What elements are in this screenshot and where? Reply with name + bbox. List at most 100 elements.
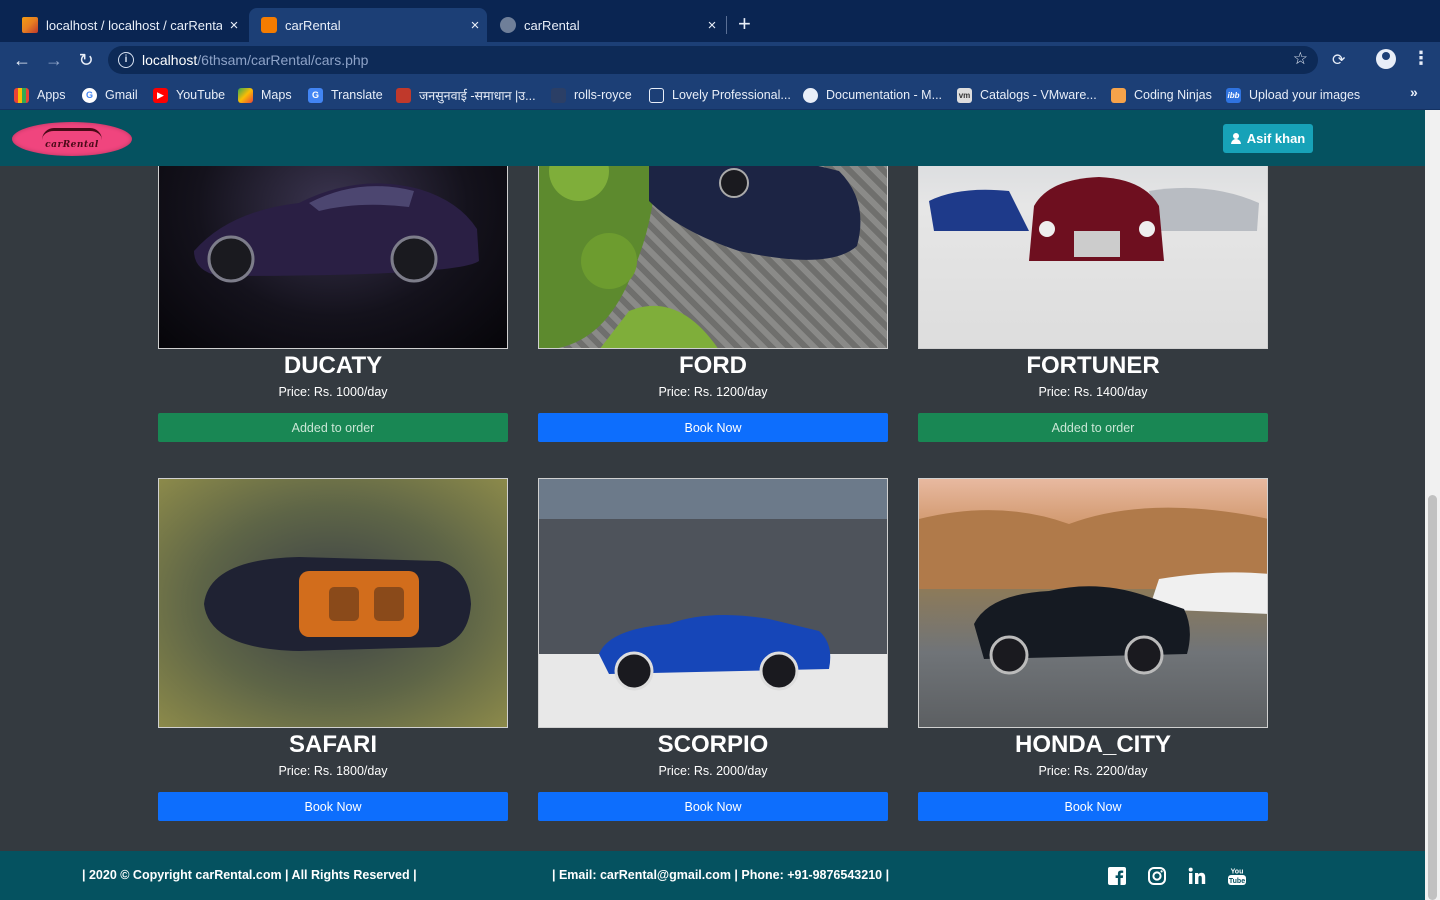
facebook-icon[interactable] [1107,866,1127,886]
bookmark-rolls-royce[interactable]: rolls-royce [551,86,632,104]
bookmark-label: Catalogs - VMware... [980,88,1097,102]
vmware-icon: vm [957,87,972,103]
bookmark-vmware[interactable]: vm Catalogs - VMware... [957,86,1097,104]
bookmark-lovely-professional[interactable]: Lovely Professional... [649,86,791,104]
user-name-label: Asif khan [1246,131,1306,146]
car-price: Price: Rs. 1400/day [1038,385,1148,399]
car-name: FORD [679,352,747,379]
google-icon: G [82,87,97,103]
bookmark-gmail[interactable]: G Gmail [82,86,138,104]
linkedin-icon[interactable] [1187,866,1207,886]
bookmark-jansunwai[interactable]: जनसुनवाई -समाधान |उ... [396,86,536,104]
site-navbar: carRental Asif khan [0,110,1425,166]
car-name: SCORPIO [657,731,769,758]
translate-icon: G [308,87,323,103]
youtube-icon: ▶ [153,87,168,103]
car-image [918,478,1268,728]
apps-grid-icon [14,87,29,103]
svg-text:You: You [1231,869,1244,876]
added-to-order-button[interactable]: Added to order [918,413,1268,442]
browser-tab-strip: localhost / localhost / carRental / × ca… [0,0,1440,42]
coding-ninjas-icon [1111,87,1126,103]
tab-carrental-active[interactable]: carRental × [249,8,487,42]
car-price: Price: Rs. 2000/day [658,764,768,778]
youtube-icon[interactable]: You Tube [1227,866,1247,886]
bookmark-youtube[interactable]: ▶ YouTube [153,86,225,104]
tab-phpmyadmin[interactable]: localhost / localhost / carRental / × [10,8,246,42]
car-name: HONDA_CITY [1014,731,1171,758]
forward-arrow-icon[interactable]: → [42,48,66,72]
browser-toolbar: ← → ↻ i localhost/6thsam/carRental/cars.… [0,42,1440,78]
url-text: localhost/6thsam/carRental/cars.php [142,52,369,68]
tab-close-icon[interactable]: × [222,17,246,34]
car-price: Price: Rs. 1800/day [278,764,388,778]
car-name: FORTUNER [1026,352,1160,379]
back-arrow-icon[interactable]: ← [10,48,34,72]
carrental-logo[interactable]: carRental [12,122,132,156]
bookmark-label: जनसुनवाई -समाधान |उ... [419,88,536,103]
car-name: DUCATY [283,352,383,379]
tab-close-icon[interactable]: × [700,17,724,34]
car-image [158,478,508,728]
sync-extension-icon[interactable]: ⟳ [1332,50,1345,70]
footer-contact: | Email: carRental@gmail.com | Phone: +9… [552,868,890,882]
maps-icon [238,87,253,103]
bookmark-coding-ninjas[interactable]: Coding Ninjas [1111,86,1212,104]
svg-text:Tube: Tube [1229,878,1245,885]
globe-icon [500,17,516,33]
compass-icon [803,87,818,103]
bookmark-star-icon[interactable]: ☆ [1293,49,1308,69]
phpmyadmin-icon [22,17,38,33]
bookmark-translate[interactable]: G Translate [308,86,383,104]
tab-carrental[interactable]: carRental × [488,8,724,42]
ibb-icon: ibb [1226,87,1241,103]
bookmark-label: Lovely Professional... [672,88,791,102]
tab-close-icon[interactable]: × [463,17,487,34]
bookmark-maps[interactable]: Maps [238,86,292,104]
bookmark-label: Documentation - M... [826,88,943,102]
bookmark-apps[interactable]: Apps [14,86,66,104]
reload-icon[interactable]: ↻ [74,48,98,72]
tab-title: carRental [524,17,580,33]
car-price: Price: Rs. 1000/day [278,385,388,399]
tab-title: localhost / localhost / carRental / [46,17,222,33]
new-tab-button[interactable]: + [738,12,751,36]
bookmark-label: Upload your images [1249,88,1361,102]
tab-title: carRental [285,17,341,33]
bookmark-label: YouTube [176,88,226,102]
bookmark-label: Maps [261,88,292,102]
bookmark-label: rolls-royce [574,88,632,102]
tab-divider [726,16,727,34]
bookmarks-bar: Apps G Gmail ▶ YouTube Maps G Translate … [0,78,1440,110]
logo-wordmark: carRental [45,140,99,150]
site-info-icon[interactable]: i [118,52,134,68]
browser-menu-icon[interactable]: ⋮ [1412,48,1430,69]
bookmark-label: Coding Ninjas [1134,88,1212,102]
footer-copyright: | 2020 © Copyright carRental.com | All R… [82,868,417,882]
book-now-button[interactable]: Book Now [918,792,1268,821]
bookmark-documentation[interactable]: Documentation - M... [803,86,942,104]
instagram-icon[interactable] [1147,866,1167,886]
emblem-icon [396,87,411,103]
book-now-button[interactable]: Book Now [158,792,508,821]
user-account-button[interactable]: Asif khan [1223,124,1313,153]
car-image [538,478,888,728]
bookmark-upload-images[interactable]: ibb Upload your images [1226,86,1360,104]
book-now-button[interactable]: Book Now [538,413,888,442]
car-silhouette-icon [42,128,102,140]
site-footer: | 2020 © Copyright carRental.com | All R… [0,851,1425,900]
external-link-icon [649,87,664,103]
book-now-button[interactable]: Book Now [538,792,888,821]
added-to-order-button[interactable]: Added to order [158,413,508,442]
bookmark-label: Translate [331,88,383,102]
bookmark-label: Apps [37,88,66,102]
address-bar[interactable]: i localhost/6thsam/carRental/cars.php ☆ [108,46,1318,74]
rolls-royce-icon [551,87,566,103]
profile-avatar-icon[interactable] [1376,49,1396,69]
user-icon [1230,133,1241,144]
page-scrollbar-thumb[interactable] [1428,495,1437,900]
car-price: Price: Rs. 1200/day [658,385,768,399]
bookmarks-overflow-icon[interactable]: » [1410,84,1418,100]
car-name: SAFARI [288,731,377,758]
bookmark-label: Gmail [105,88,138,102]
